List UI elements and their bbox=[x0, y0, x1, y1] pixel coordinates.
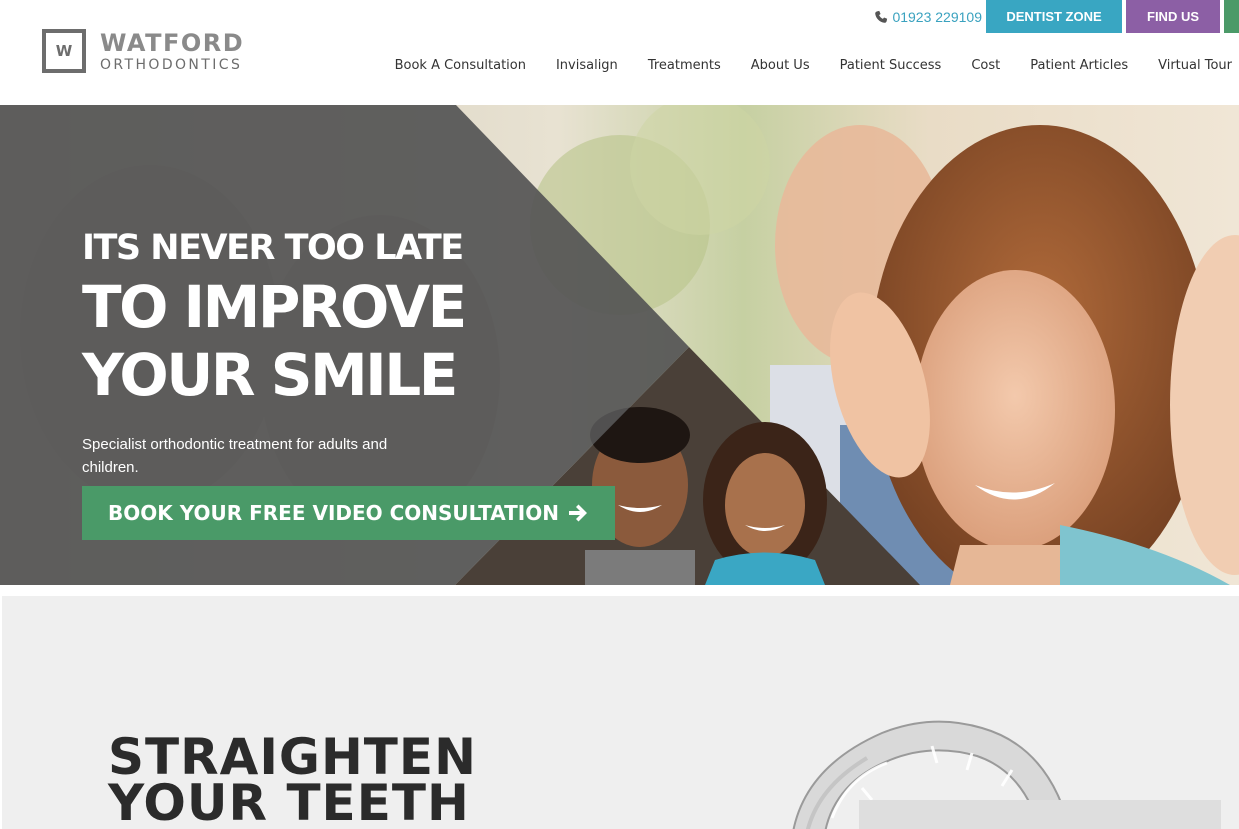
phone-icon bbox=[875, 10, 888, 23]
nav-patient-articles[interactable]: Patient Articles bbox=[1030, 58, 1128, 73]
section-heading-line2: YOUR TEETH bbox=[108, 774, 470, 829]
nav-cost[interactable]: Cost bbox=[971, 58, 1000, 73]
nav-patient-success[interactable]: Patient Success bbox=[840, 58, 942, 73]
straighten-section: STRAIGHTEN YOUR TEETH bbox=[2, 596, 1239, 829]
logo-subtitle: ORTHODONTICS bbox=[100, 56, 243, 73]
green-menu-button[interactable] bbox=[1224, 0, 1239, 33]
hero-description: Specialist orthodontic treatment for adu… bbox=[82, 436, 388, 476]
hero-banner: ITS NEVER TOO LATE TO IMPROVE YOUR SMILE… bbox=[0, 105, 1239, 585]
find-us-button[interactable]: FIND US bbox=[1126, 0, 1220, 33]
section-panel bbox=[859, 800, 1221, 829]
logo-mark: W bbox=[42, 29, 86, 73]
nav-book-consultation[interactable]: Book A Consultation bbox=[395, 58, 526, 73]
logo-letter: W bbox=[55, 42, 73, 60]
hero-title: TO IMPROVE YOUR SMILE bbox=[82, 273, 502, 409]
logo-title: WATFORD bbox=[100, 28, 245, 57]
book-consultation-cta[interactable]: BOOK YOUR FREE VIDEO CONSULTATION bbox=[82, 486, 615, 540]
top-bar: 01923 229109 DENTIST ZONE FIND US bbox=[874, 0, 1239, 33]
nav-treatments[interactable]: Treatments bbox=[648, 58, 721, 73]
hero-text: ITS NEVER TOO LATE TO IMPROVE YOUR SMILE… bbox=[82, 227, 502, 479]
logo-wordmark: WATFORD ORTHODONTICS bbox=[100, 31, 244, 72]
site-header: W WATFORD ORTHODONTICS 01923 229109 DENT… bbox=[0, 0, 1239, 105]
phone-link[interactable]: 01923 229109 bbox=[874, 0, 986, 33]
cta-label: BOOK YOUR FREE VIDEO CONSULTATION bbox=[108, 501, 559, 525]
hero-kicker: ITS NEVER TOO LATE bbox=[82, 228, 464, 268]
hero-title-line1: TO IMPROVE bbox=[82, 273, 467, 341]
site-logo[interactable]: W WATFORD ORTHODONTICS bbox=[42, 29, 244, 73]
nav-invisalign[interactable]: Invisalign bbox=[556, 58, 618, 73]
dentist-zone-button[interactable]: DENTIST ZONE bbox=[986, 0, 1122, 33]
phone-number: 01923 229109 bbox=[892, 8, 982, 25]
hero-title-line2: YOUR SMILE bbox=[82, 341, 458, 409]
main-nav: Book A Consultation Invisalign Treatment… bbox=[365, 58, 1239, 73]
section-heading: STRAIGHTEN YOUR TEETH bbox=[108, 732, 477, 829]
nav-virtual-tour[interactable]: Virtual Tour bbox=[1158, 58, 1232, 73]
arrow-right-icon bbox=[568, 504, 587, 522]
nav-about-us[interactable]: About Us bbox=[751, 58, 810, 73]
